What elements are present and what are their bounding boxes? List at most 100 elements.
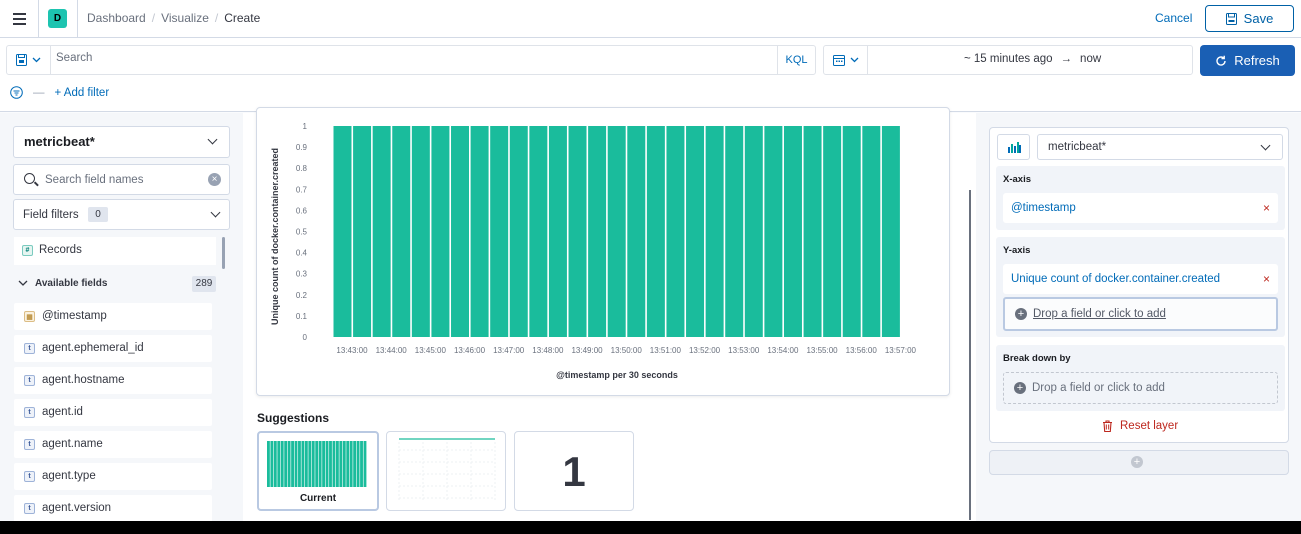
chart-bar[interactable]	[333, 126, 352, 337]
chart-bar[interactable]	[823, 126, 842, 337]
suggestions-title: Suggestions	[257, 411, 330, 425]
bar-chart-icon	[1008, 142, 1021, 153]
chart-bar[interactable]	[548, 126, 567, 337]
search-input[interactable]: Search	[56, 52, 92, 64]
save-button-label: Save	[1243, 11, 1274, 26]
add-filter-button[interactable]: + Add filter	[55, 87, 110, 99]
chart-bar[interactable]	[392, 126, 411, 337]
chart-bar[interactable]	[568, 126, 587, 337]
chart-bar[interactable]	[783, 126, 802, 337]
breadcrumb: Dashboard / Visualize / Create	[87, 11, 260, 25]
date-end[interactable]: now	[1080, 53, 1101, 65]
query-language-button[interactable]: KQL	[777, 46, 815, 74]
chart-bar[interactable]	[451, 126, 470, 337]
lens-app: D Dashboard / Visualize / Create Cancel …	[0, 0, 1301, 521]
y-tick-label: 0.6	[296, 206, 308, 215]
chart-bar[interactable]	[588, 126, 607, 337]
breadcrumb-create: Create	[224, 11, 261, 25]
hamburger-menu-icon[interactable]	[8, 8, 30, 30]
chart-bar[interactable]	[764, 126, 783, 337]
y-axis-drop-zone[interactable]: + Drop a field or click to add	[1003, 297, 1278, 331]
field-item[interactable]: t agent.name	[14, 431, 212, 458]
field-search-input[interactable]: Search field names ×	[13, 164, 230, 195]
field-item[interactable]: ▦ @timestamp	[14, 303, 212, 330]
chart-bar[interactable]	[705, 126, 724, 337]
chart-bar[interactable]	[646, 126, 665, 337]
sidebar-scrollbar[interactable]	[222, 237, 225, 269]
breakdown-drop-zone[interactable]: + Drop a field or click to add	[1003, 372, 1278, 404]
reset-layer-button[interactable]: Reset layer	[1102, 420, 1178, 432]
y-tick-label: 0	[303, 333, 308, 342]
chart-bar[interactable]	[803, 126, 822, 337]
date-arrow-icon: →	[1060, 53, 1073, 65]
cancel-button[interactable]: Cancel	[1155, 11, 1192, 25]
chart-bar[interactable]	[686, 126, 705, 337]
suggestion-line[interactable]	[386, 431, 506, 511]
clear-icon[interactable]: ×	[208, 173, 221, 186]
chart-bar[interactable]	[353, 126, 372, 337]
field-item[interactable]: t agent.version	[14, 495, 212, 521]
preview-bar	[349, 441, 353, 487]
chart-bar[interactable]	[529, 126, 548, 337]
chart-bar[interactable]	[431, 126, 450, 337]
chart-bar[interactable]	[725, 126, 744, 337]
records-field[interactable]: # Records	[14, 237, 216, 265]
filter-options-icon[interactable]	[10, 86, 23, 99]
date-start[interactable]: ~ 15 minutes ago	[964, 53, 1053, 65]
preview-bar	[287, 441, 291, 487]
add-layer-button[interactable]: +	[989, 450, 1289, 475]
save-button[interactable]: Save	[1205, 5, 1294, 32]
x-axis-dimension[interactable]: @timestamp ×	[1003, 193, 1278, 223]
field-item[interactable]: t agent.hostname	[14, 367, 212, 394]
available-fields-header[interactable]: Available fields 289	[18, 276, 216, 294]
x-tick-label: 13:54:00	[767, 346, 799, 355]
available-fields-count: 289	[192, 276, 216, 292]
chart-bar[interactable]	[744, 126, 763, 337]
chart-bar[interactable]	[509, 126, 528, 337]
quick-date-button[interactable]	[824, 46, 868, 74]
chart-bar[interactable]	[862, 126, 881, 337]
date-range[interactable]: ~ 15 minutes ago → now	[964, 53, 1101, 65]
field-filters-label: Field filters	[23, 209, 79, 221]
chart-bar[interactable]	[666, 126, 685, 337]
chart-bar[interactable]	[411, 126, 430, 337]
chart-bar[interactable]	[470, 126, 489, 337]
chart-type-button[interactable]	[997, 134, 1030, 160]
chart-bar[interactable]	[490, 126, 509, 337]
field-item[interactable]: t agent.id	[14, 399, 212, 426]
chart-bar[interactable]	[607, 126, 626, 337]
field-filters-button[interactable]: Field filters 0	[13, 199, 230, 230]
refresh-button[interactable]: Refresh	[1200, 45, 1295, 76]
breadcrumb-visualize[interactable]: Visualize	[161, 11, 209, 25]
layer-panel: metricbeat* X-axis @timestamp × Y-axis U…	[989, 127, 1289, 443]
suggestion-metric[interactable]: 1	[514, 431, 634, 511]
date-type-icon: ▦	[24, 311, 35, 322]
header-divider	[38, 0, 39, 38]
field-item[interactable]: t agent.type	[14, 463, 212, 490]
index-pattern-label: metricbeat*	[24, 134, 95, 149]
remove-x-axis-icon[interactable]: ×	[1263, 201, 1270, 215]
field-item-label: agent.version	[42, 502, 112, 514]
index-pattern-picker[interactable]: metricbeat*	[13, 126, 230, 158]
bar-chart[interactable]: 1 0.9 0.8 0.7 0.6 0.5 0.4 0.3 0.2 0.1 0 13:43:00 13:…	[257, 108, 949, 395]
x-axis-title: X-axis	[1003, 174, 1031, 185]
chart-bar[interactable]	[842, 126, 861, 337]
chart-bar[interactable]	[881, 126, 900, 337]
string-type-icon: t	[24, 407, 35, 418]
y-tick-label: 0.3	[296, 270, 308, 279]
layer-index-picker[interactable]: metricbeat*	[1037, 134, 1283, 160]
chart-bar[interactable]	[627, 126, 646, 337]
space-avatar[interactable]: D	[48, 9, 67, 28]
field-item[interactable]: t agent.ephemeral_id	[14, 335, 212, 362]
breadcrumb-dashboard[interactable]: Dashboard	[87, 11, 146, 25]
y-axis-dimension[interactable]: Unique count of docker.container.created…	[1003, 264, 1278, 294]
preview-bar	[270, 441, 274, 487]
chart-bar[interactable]	[372, 126, 391, 337]
saved-query-button[interactable]	[7, 46, 51, 74]
preview-bar	[329, 441, 332, 487]
remove-y-axis-icon[interactable]: ×	[1263, 272, 1270, 286]
suggestion-current[interactable]: Current	[257, 431, 379, 511]
workspace-scrollbar[interactable]	[969, 190, 971, 520]
workspace: 1 0.9 0.8 0.7 0.6 0.5 0.4 0.3 0.2 0.1 0 13:43:00 13:…	[243, 107, 976, 521]
chevron-down-icon	[210, 207, 221, 218]
